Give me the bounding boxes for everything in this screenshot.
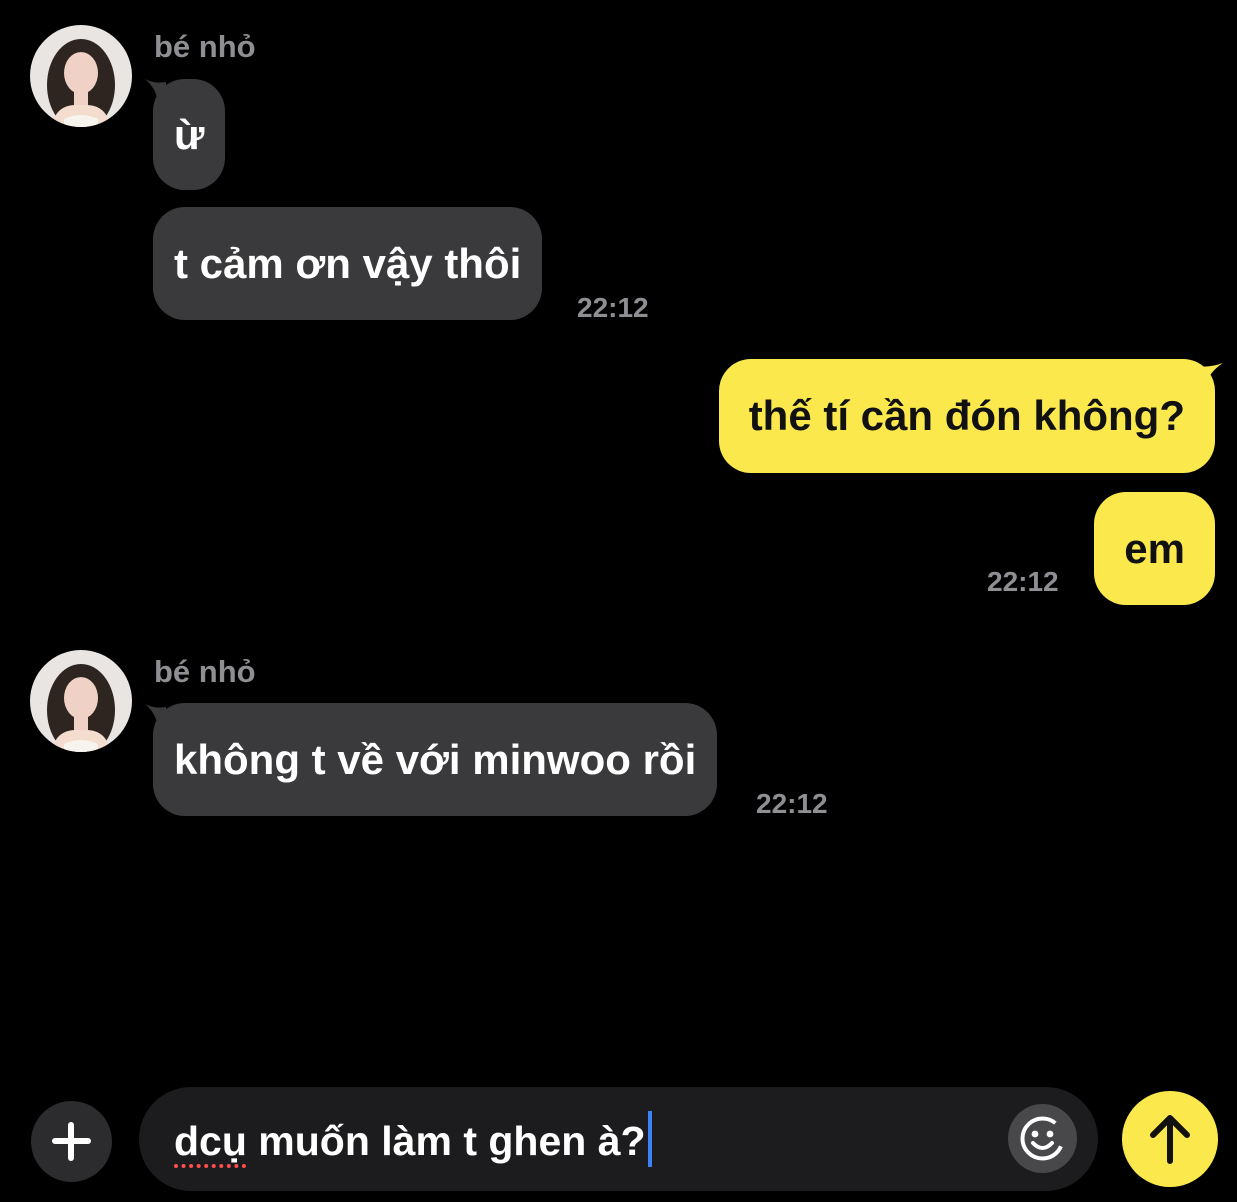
misspelled-word[interactable]: dcụ [174, 1118, 247, 1164]
message-text: thế tí cần đón không? [748, 392, 1185, 439]
message-bubble[interactable]: không t về với minwoo rồi [153, 703, 718, 816]
message-input-text[interactable]: dcụ muốn làm t ghen à? [174, 1111, 652, 1167]
message-text: ừ [174, 110, 205, 158]
message-bubble[interactable]: ừ [153, 79, 226, 190]
input-text-rest: muốn làm t ghen à? [246, 1118, 646, 1164]
contact-avatar[interactable] [30, 650, 132, 752]
sender-name: bé nhỏ [154, 654, 256, 689]
smiley-icon[interactable] [1008, 1104, 1077, 1173]
contact-avatar[interactable] [30, 25, 132, 127]
message-bubble[interactable]: t cảm ơn vậy thôi [153, 207, 543, 320]
arrow-up-icon [1150, 1115, 1190, 1164]
plus-icon[interactable] [31, 1101, 112, 1182]
message-input[interactable]: dcụ muốn làm t ghen à? [139, 1087, 1098, 1191]
send-button[interactable] [1122, 1091, 1218, 1187]
message-text: không t về với minwoo rồi [174, 735, 697, 783]
message-text: em [1124, 524, 1185, 572]
message-bubble[interactable]: thế tí cần đón không? [718, 359, 1215, 473]
message-timestamp: 22:12 [756, 788, 828, 819]
message-timestamp: 22:12 [987, 566, 1059, 597]
message-bubble[interactable]: em [1094, 492, 1215, 605]
text-caret [647, 1111, 652, 1167]
message-text: t cảm ơn vậy thôi [174, 239, 522, 287]
message-timestamp: 22:12 [577, 292, 649, 323]
sender-name: bé nhỏ [154, 29, 256, 64]
